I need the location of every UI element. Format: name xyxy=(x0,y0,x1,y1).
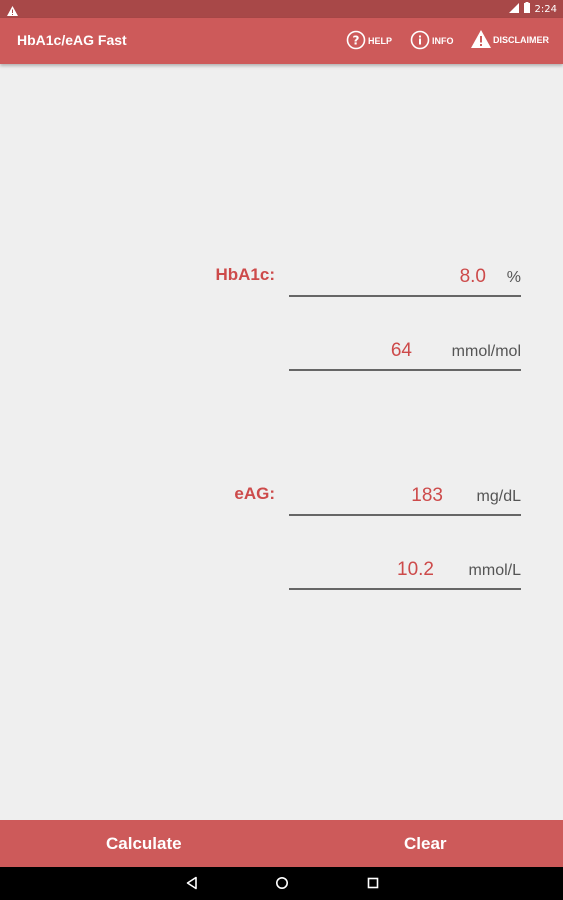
eag-mgdl-value[interactable]: 183 xyxy=(411,485,443,507)
hba1c-percent-value[interactable]: 8.0 xyxy=(460,266,486,288)
info-label: INFO xyxy=(432,36,454,46)
status-bar: 2:24 xyxy=(0,0,563,18)
app-bar: HbA1c/eAG Fast ? HELP INFO DISCLAIMER xyxy=(0,18,563,64)
battery-icon xyxy=(523,2,530,16)
signal-icon xyxy=(508,2,519,16)
hba1c-percent-field[interactable]: 8.0 % xyxy=(289,257,521,297)
hba1c-mmol-unit: mmol/mol xyxy=(451,343,521,360)
help-label: HELP xyxy=(368,36,393,46)
bottom-action-bar: Calculate Clear xyxy=(0,820,563,867)
app-title: HbA1c/eAG Fast xyxy=(17,32,127,48)
eag-mmol-value[interactable]: 10.2 xyxy=(397,559,434,581)
clear-button[interactable]: Clear xyxy=(404,834,447,854)
calculate-button[interactable]: Calculate xyxy=(106,834,182,854)
hba1c-mmol-field[interactable]: 64 mmol/mol xyxy=(289,331,521,371)
warning-icon xyxy=(471,30,491,50)
hba1c-label: HbA1c: xyxy=(215,265,275,284)
navigation-bar xyxy=(0,867,563,900)
disclaimer-button[interactable]: DISCLAIMER xyxy=(471,30,549,50)
svg-text:?: ? xyxy=(353,34,360,48)
hba1c-percent-unit: % xyxy=(506,269,521,286)
info-button[interactable]: INFO xyxy=(410,30,454,52)
eag-mgdl-unit: mg/dL xyxy=(476,488,521,505)
help-button[interactable]: ? HELP xyxy=(346,30,392,52)
help-icon: ? xyxy=(346,30,366,52)
back-icon[interactable] xyxy=(185,876,199,895)
hba1c-mmol-value[interactable]: 64 xyxy=(391,340,412,362)
recents-icon[interactable] xyxy=(366,876,380,895)
eag-mmol-field[interactable]: 10.2 mmol/L xyxy=(289,550,521,590)
eag-label: eAG: xyxy=(234,484,275,503)
info-icon xyxy=(410,30,430,52)
disclaimer-label: DISCLAIMER xyxy=(493,35,549,45)
eag-mmol-unit: mmol/L xyxy=(468,562,521,579)
home-icon[interactable] xyxy=(275,876,289,895)
eag-mgdl-field[interactable]: 183 mg/dL xyxy=(289,476,521,516)
status-time: 2:24 xyxy=(534,3,557,15)
